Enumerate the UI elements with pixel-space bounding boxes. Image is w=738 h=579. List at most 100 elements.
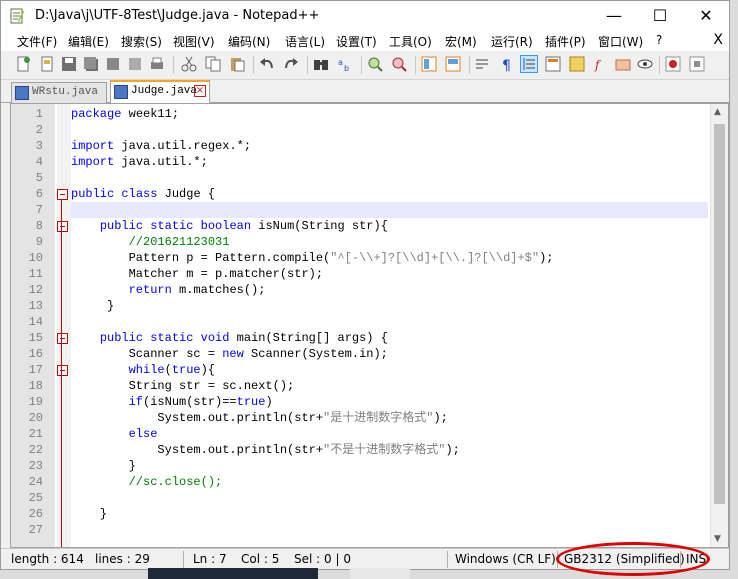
code-line[interactable]: 7 [36,202,708,218]
menu-close-document[interactable]: X [713,32,723,48]
save-icon[interactable] [61,56,77,72]
close-all-icon[interactable] [127,56,143,72]
code-line[interactable]: 1 package week11; [36,106,708,122]
tab-judge-java[interactable]: Judge.java × [110,80,210,105]
minimize-button[interactable]: — [591,1,637,31]
fold-margin[interactable] [57,104,71,547]
code-line[interactable]: 2 [36,122,708,138]
menu-plugins[interactable]: 插件(P) [545,33,586,50]
save-all-icon[interactable] [83,56,99,72]
status-separator [447,551,448,568]
code-line[interactable]: 10 Pattern p = Pattern.compile("^[-\\+]?… [29,250,708,266]
cut-icon[interactable] [181,56,197,72]
code-line[interactable]: 25 [29,490,708,506]
sync-vertical-icon[interactable] [421,56,437,72]
tab-close-icon[interactable]: × [194,85,206,97]
status-column: Col : 5 [241,552,280,566]
zoom-out-icon[interactable] [391,56,407,72]
code-line[interactable]: 8 public static boolean isNum(String str… [36,218,708,234]
code-line[interactable]: 26 } [29,506,708,522]
monitoring-eye-icon[interactable] [637,56,653,72]
tab-wrstu-java[interactable]: WRstu.java [11,82,107,103]
status-lines: lines : 29 [95,552,150,566]
menu-window[interactable]: 窗口(W) [598,33,643,50]
menu-settings[interactable]: 设置(T) [336,33,377,50]
scrollbar-thumb[interactable] [714,124,725,504]
code-line[interactable]: 16 Scanner sc = new Scanner(System.in); [29,346,708,362]
line-number: 2 [35,123,43,137]
menu-tools[interactable]: 工具(O) [389,33,432,50]
code-line[interactable]: 9 //201621123031 [36,234,708,250]
code-line[interactable]: 12 return m.matches(); [29,282,708,298]
code-line[interactable]: 6 public class Judge { [36,186,708,202]
code-line[interactable]: 20 System.out.println(str+"是十进制数字格式"); [29,410,708,426]
menu-bar: 文件(F) 编辑(E) 搜索(S) 视图(V) 编码(N) 语言(L) 设置(T… [1,31,729,51]
code-line[interactable]: 21 else [29,426,708,442]
toolbar-separator [361,56,362,74]
line-number: 6 [35,187,43,201]
code-line[interactable]: 23 } [29,458,708,474]
print-icon[interactable] [149,56,165,72]
document-map-icon[interactable] [569,56,585,72]
undo-icon[interactable] [259,56,275,72]
menu-edit[interactable]: 编辑(E) [68,33,109,50]
code-line[interactable]: 19 if(isNum(str)==true) [29,394,708,410]
code-area[interactable]: 1 package week11; 2 3 import java.util.regex… [29,104,708,547]
menu-encoding[interactable]: 编码(N) [228,33,270,50]
sync-horizontal-icon[interactable] [445,56,461,72]
scroll-up-icon[interactable]: ▲ [714,107,721,117]
fold-toggle-icon[interactable] [57,365,68,376]
menu-search[interactable]: 搜索(S) [121,33,162,50]
code-line[interactable]: 27 [29,522,708,538]
code-line[interactable]: 14 [29,314,708,330]
user-language-icon[interactable] [545,56,561,72]
word-wrap-icon[interactable] [475,56,491,72]
status-eol-format[interactable]: Windows (CR LF) [455,552,556,566]
redo-icon[interactable] [283,56,299,72]
new-file-icon[interactable] [15,56,31,72]
replace-icon[interactable]: ab [337,56,353,72]
find-icon[interactable] [313,56,329,72]
folder-workspace-icon[interactable] [615,56,631,72]
fold-toggle-icon[interactable] [57,221,68,232]
maximize-button[interactable]: ☐ [637,1,683,31]
code-line[interactable]: 15 public static void main(String[] args… [29,330,708,346]
stop-macro-icon[interactable] [689,56,705,72]
vertical-scrollbar[interactable]: ▲ ▼ [710,104,728,547]
paste-icon[interactable] [229,56,245,72]
fold-toggle-icon[interactable] [57,333,68,344]
fold-toggle-icon[interactable] [57,189,68,200]
line-number: 18 [28,379,43,393]
close-button[interactable]: ✕ [683,1,729,31]
code-line[interactable]: 22 System.out.println(str+"不是十进制数字格式"); [29,442,708,458]
code-line[interactable]: 3 import java.util.regex.*; [36,138,708,154]
menu-help[interactable]: ? [656,33,662,47]
code-line[interactable]: 13 } [29,298,708,314]
record-macro-icon[interactable] [665,56,681,72]
scroll-down-icon[interactable]: ▼ [714,534,721,544]
function-list-icon[interactable]: f [593,56,609,72]
code-line[interactable]: 5 [36,170,708,186]
menu-file[interactable]: 文件(F) [17,33,57,50]
code-text: public class Judge { [71,187,216,201]
zoom-in-icon[interactable] [367,56,383,72]
code-line[interactable]: 11 Matcher m = p.matcher(str); [29,266,708,282]
show-all-characters-icon[interactable]: ¶ [499,56,515,72]
menu-run[interactable]: 运行(R) [491,33,533,50]
close-file-icon[interactable] [105,56,121,72]
code-line[interactable]: 4 import java.util.*; [36,154,708,170]
indent-guide-icon[interactable] [520,55,538,73]
code-text: import java.util.regex.*; [71,139,252,153]
menu-language[interactable]: 语言(L) [285,33,325,50]
code-editor[interactable]: 1 package week11; 2 3 import java.util.regex… [10,103,729,548]
title-bar[interactable]: D:\Java\j\UTF-8Test\Judge.java - Notepad… [1,1,729,31]
menu-macro[interactable]: 宏(M) [445,33,477,50]
line-number: 22 [28,443,43,457]
open-file-icon[interactable] [39,56,55,72]
code-line[interactable]: 18 String str = sc.next(); [29,378,708,394]
code-line[interactable]: 24 //sc.close(); [29,474,708,490]
code-line[interactable]: 17 while(true){ [29,362,708,378]
line-number: 27 [28,523,43,537]
copy-icon[interactable] [205,56,221,72]
menu-view[interactable]: 视图(V) [173,33,215,50]
